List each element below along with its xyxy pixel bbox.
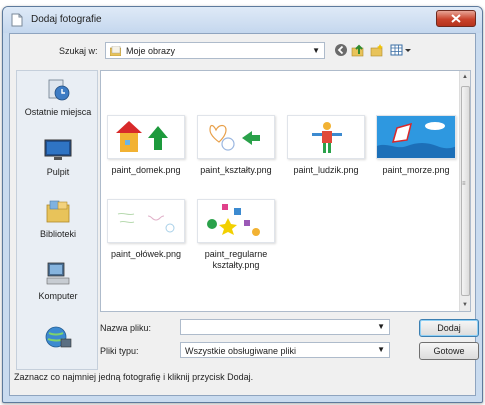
computer-icon [46,262,70,285]
window-title: Dodaj fotografie [31,14,102,25]
place-label: Biblioteki [39,229,77,239]
shapes-thumbnail [209,124,260,151]
file-item[interactable]: paint_morze.png [371,115,461,176]
house-arrow-thumbnail [116,121,168,152]
filetype-label: Pliki typu: [100,346,139,356]
filetype-select[interactable]: Wszystkie obsługiwane pliki ▼ [180,342,390,358]
file-item[interactable]: paint_ludzik.png [281,115,371,176]
chevron-down-icon[interactable]: ▼ [377,322,385,331]
file-thumbnail [197,115,275,159]
folder-icon [110,46,121,56]
title-bar[interactable]: Dodaj fotografie [3,7,482,33]
file-item[interactable]: paint_ołówek.png [101,199,191,260]
file-name: paint_kształty.png [200,165,272,175]
place-label: Ostatnie miejsca [24,107,92,117]
place-label: Pulpit [46,167,70,177]
desktop-icon [44,139,72,160]
close-icon [451,14,461,23]
place-desktop[interactable]: Pulpit [17,137,99,177]
look-in-label: Szukaj w: [59,46,98,56]
pencil-thumbnail [117,212,175,233]
file-thumbnail [376,115,456,159]
sea-thumbnail [377,116,455,158]
status-text: Zaznacz co najmniej jedną fotografię i k… [14,372,254,382]
file-name: paint_regularne kształty.png [204,249,268,270]
up-folder-icon[interactable] [351,43,365,57]
file-item[interactable]: paint_domek.png [101,115,191,176]
file-thumbnail [107,199,185,243]
new-folder-icon[interactable] [370,43,384,57]
network-icon [45,326,72,348]
cancel-button[interactable]: Gotowe [419,342,479,360]
scroll-down-icon[interactable]: ▼ [462,302,468,308]
scroll-up-icon[interactable]: ▲ [462,74,468,80]
figure-thumbnail [312,122,342,153]
filename-label: Nazwa pliku: [100,323,152,333]
file-name: paint_morze.png [382,165,450,175]
place-network[interactable] [17,325,99,355]
file-thumbnail [107,115,185,159]
vertical-scrollbar[interactable]: ▲ ≡ ▼ [459,71,470,311]
look-in-dropdown[interactable]: Moje obrazy ▼ [105,42,325,59]
place-computer[interactable]: Komputer [17,261,99,301]
scrollbar-thumb[interactable] [461,86,470,296]
place-recent[interactable]: Ostatnie miejsca [17,77,99,117]
recent-places-icon [48,79,70,101]
file-name: paint_ludzik.png [293,165,359,175]
dialog-body: Szukaj w: Moje obrazy ▼ Ostatnie miejsca… [9,33,479,396]
grip-icon: ≡ [462,181,466,187]
file-item[interactable]: paint_regularne kształty.png [191,199,281,271]
regular-shapes-thumbnail [207,204,260,236]
close-button[interactable] [436,10,476,27]
filetype-value: Wszystkie obsługiwane pliki [185,346,297,356]
chevron-down-icon: ▼ [377,345,385,354]
filename-input[interactable]: ▼ [180,319,390,335]
file-thumbnail [197,199,275,243]
look-in-value: Moje obrazy [126,46,176,56]
place-libraries[interactable]: Biblioteki [17,199,99,239]
document-icon [11,13,23,27]
libraries-icon [46,200,70,223]
chevron-down-icon: ▼ [312,46,320,55]
file-thumbnail [287,115,365,159]
file-name: paint_ołówek.png [110,249,182,259]
open-button[interactable]: Dodaj [419,319,479,337]
file-item[interactable]: paint_kształty.png [191,115,281,176]
places-bar: Ostatnie miejsca Pulpit Biblioteki Kompu… [16,70,98,370]
back-icon[interactable] [334,43,348,57]
dialog-window: Dodaj fotografie Szukaj w: Moje obrazy ▼ [2,6,483,403]
file-name: paint_domek.png [111,165,181,175]
place-label: Komputer [38,291,78,301]
view-menu-icon[interactable] [390,43,412,57]
file-list[interactable]: paint_domek.png paint_kształty.png paint… [100,70,471,312]
